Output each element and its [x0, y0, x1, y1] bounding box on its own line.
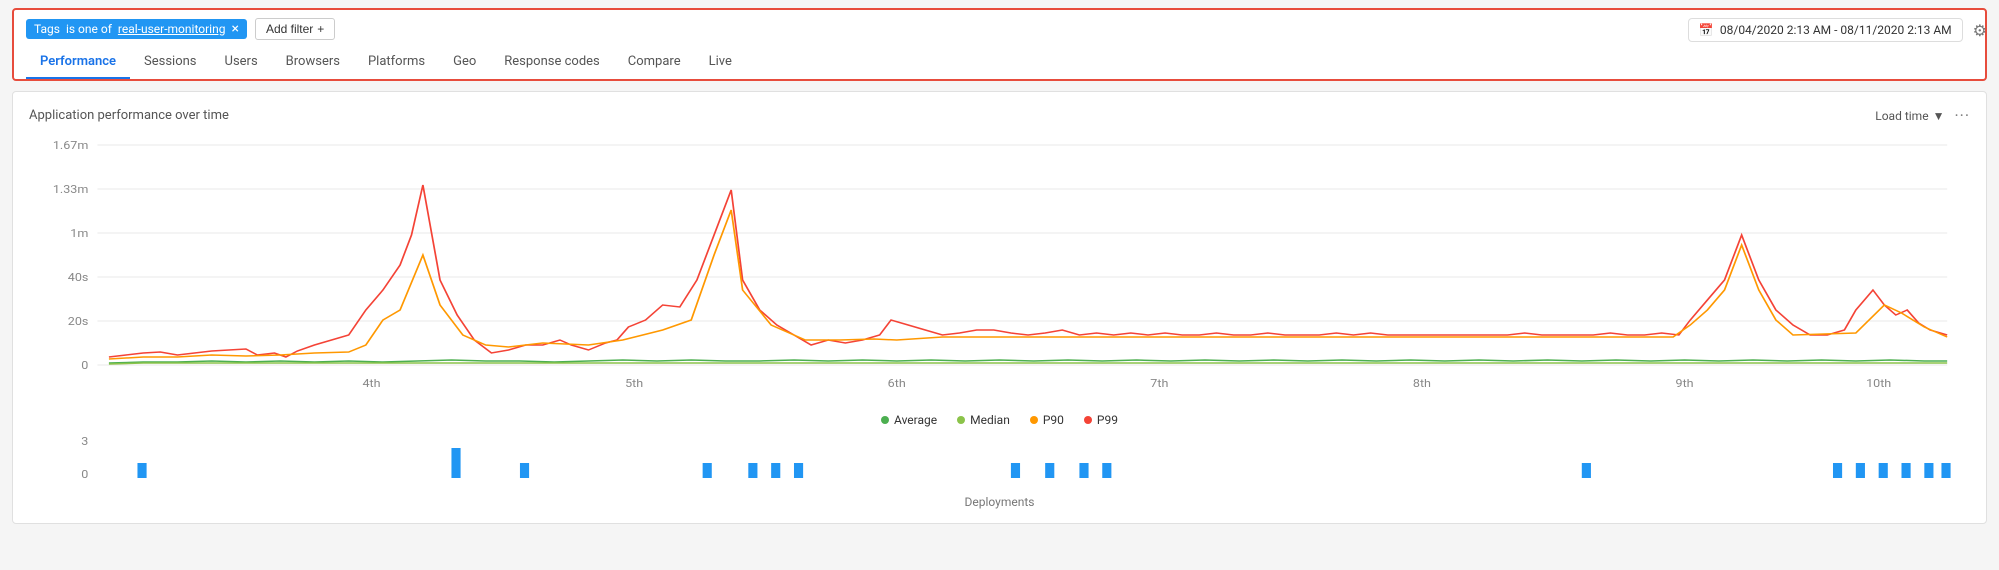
performance-chart-area: 1.67m 1.33m 1m 40s 20s 0 4th 5th 6th 7th… — [29, 135, 1970, 405]
svg-text:9th: 9th — [1676, 377, 1694, 390]
svg-text:1m: 1m — [70, 227, 88, 240]
tab-performance[interactable]: Performance — [26, 46, 130, 79]
svg-text:1.33m: 1.33m — [53, 183, 88, 196]
tab-compare[interactable]: Compare — [614, 46, 695, 79]
tab-bar: Performance Sessions Users Browsers Plat… — [26, 46, 1973, 79]
svg-text:10th: 10th — [1866, 377, 1891, 390]
more-options-button[interactable]: ··· — [1954, 106, 1970, 125]
p99-dot — [1084, 416, 1092, 424]
plus-icon: + — [317, 22, 324, 36]
svg-text:8th: 8th — [1413, 377, 1431, 390]
tab-live[interactable]: Live — [695, 46, 746, 79]
load-time-label: Load time — [1875, 109, 1928, 123]
filter-label: Tags — [34, 22, 60, 36]
performance-chart-card: Application performance over time Load t… — [12, 91, 1987, 524]
close-icon[interactable]: × — [231, 22, 238, 36]
median-dot — [957, 416, 965, 424]
deployments-chart-area: 3 0 — [29, 433, 1970, 493]
calendar-icon: 📅 — [1699, 23, 1714, 37]
tab-sessions[interactable]: Sessions — [130, 46, 211, 79]
svg-text:7th: 7th — [1150, 377, 1168, 390]
filter-tag: Tags is one of real-user-monitoring × — [26, 19, 247, 39]
filter-condition: is one of — [66, 22, 112, 36]
chart-title: Application performance over time — [29, 108, 229, 123]
legend-p90: P90 — [1030, 413, 1064, 427]
svg-text:4th: 4th — [362, 377, 380, 390]
p90-dot — [1030, 416, 1038, 424]
add-filter-button[interactable]: Add filter + — [255, 18, 335, 40]
p90-label: P90 — [1043, 413, 1064, 427]
filter-value-link[interactable]: real-user-monitoring — [118, 22, 226, 36]
svg-text:1.67m: 1.67m — [53, 139, 88, 152]
svg-text:0: 0 — [81, 468, 88, 481]
svg-text:3: 3 — [81, 435, 88, 448]
svg-text:20s: 20s — [68, 315, 89, 328]
performance-chart-svg: 1.67m 1.33m 1m 40s 20s 0 4th 5th 6th 7th… — [29, 135, 1970, 405]
chevron-down-icon: ▼ — [1933, 109, 1945, 123]
header-right: 📅 08/04/2020 2:13 AM - 08/11/2020 2:13 A… — [1688, 18, 1987, 42]
median-label: Median — [970, 413, 1010, 427]
deployments-label: Deployments — [29, 495, 1970, 509]
legend-average: Average — [881, 413, 937, 427]
svg-text:6th: 6th — [888, 377, 906, 390]
average-label: Average — [894, 413, 937, 427]
tab-browsers[interactable]: Browsers — [272, 46, 354, 79]
legend-p99: P99 — [1084, 413, 1118, 427]
chart-controls: Load time ▼ ··· — [1875, 106, 1970, 125]
average-dot — [881, 416, 889, 424]
tab-geo[interactable]: Geo — [439, 46, 490, 79]
gear-icon[interactable]: ⚙ — [1973, 21, 1987, 40]
svg-text:0: 0 — [81, 359, 88, 372]
date-range-picker[interactable]: 📅 08/04/2020 2:13 AM - 08/11/2020 2:13 A… — [1688, 18, 1963, 42]
deployments-section: 3 0 — [29, 433, 1970, 509]
add-filter-label: Add filter — [266, 22, 313, 36]
deployments-chart-svg: 3 0 — [29, 433, 1970, 483]
tab-users[interactable]: Users — [211, 46, 272, 79]
tab-platforms[interactable]: Platforms — [354, 46, 439, 79]
load-time-dropdown[interactable]: Load time ▼ — [1875, 109, 1944, 123]
svg-text:5th: 5th — [625, 377, 643, 390]
date-range-text: 08/04/2020 2:13 AM - 08/11/2020 2:13 AM — [1720, 23, 1952, 37]
legend-median: Median — [957, 413, 1010, 427]
p99-label: P99 — [1097, 413, 1118, 427]
tab-response-codes[interactable]: Response codes — [490, 46, 614, 79]
svg-text:40s: 40s — [68, 271, 89, 284]
chart-legend: Average Median P90 P99 — [29, 413, 1970, 427]
